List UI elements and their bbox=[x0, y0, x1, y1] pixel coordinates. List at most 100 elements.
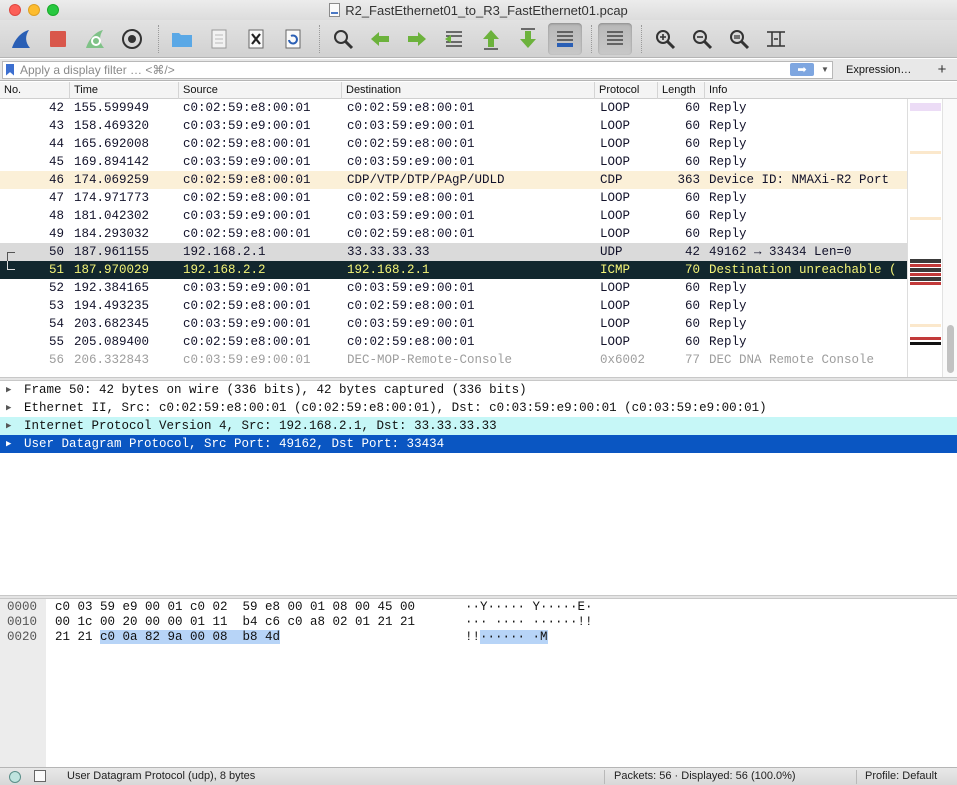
packet-length: 60 bbox=[684, 137, 700, 151]
packet-info: 49162 → 33434 Len=0 bbox=[709, 245, 852, 259]
zoom-window-button[interactable] bbox=[47, 4, 59, 16]
display-filter-input[interactable] bbox=[14, 62, 790, 77]
expand-triangle-icon[interactable]: ▶ bbox=[6, 417, 11, 435]
minimize-window-button[interactable] bbox=[28, 4, 40, 16]
packet-protocol: ICMP bbox=[600, 263, 631, 277]
go-first-button[interactable] bbox=[474, 23, 508, 55]
packet-length: 42 bbox=[684, 245, 700, 259]
bookmark-icon[interactable] bbox=[6, 63, 14, 76]
packet-number: 55 bbox=[48, 335, 64, 349]
packet-source: c0:03:59:e9:00:01 bbox=[183, 119, 311, 133]
minimap-mark bbox=[910, 259, 941, 263]
packet-destination: c0:03:59:e9:00:01 bbox=[347, 155, 475, 169]
stop-square-icon bbox=[50, 30, 66, 47]
packet-time: 174.069259 bbox=[74, 173, 150, 187]
packet-row[interactable]: 43 158.469320 c0:03:59:e9:00:01 c0:03:59:e9… bbox=[0, 117, 907, 135]
restart-capture-button[interactable] bbox=[78, 23, 112, 55]
packet-row[interactable]: 53 194.493235 c0:02:59:e8:00:01 c0:02:59:e8… bbox=[0, 297, 907, 315]
packet-row[interactable]: 47 174.971773 c0:02:59:e8:00:01 c0:02:59:e8… bbox=[0, 189, 907, 207]
save-document-icon bbox=[211, 29, 227, 48]
column-header-protocol[interactable]: Protocol bbox=[594, 82, 658, 99]
window-title: R2_FastEthernet01_to_R3_FastEthernet01.p… bbox=[345, 2, 628, 18]
minimap-mark bbox=[910, 282, 941, 285]
detail-tree-row[interactable]: ▶ User Datagram Protocol, Src Port: 49162… bbox=[0, 435, 957, 453]
expand-triangle-icon[interactable]: ▶ bbox=[6, 381, 11, 399]
colorize-toggle[interactable] bbox=[598, 22, 632, 55]
close-window-button[interactable] bbox=[9, 4, 21, 16]
packet-destination: c0:03:59:e9:00:01 bbox=[347, 209, 475, 223]
expand-triangle-icon[interactable]: ▶ bbox=[6, 435, 11, 453]
zoom-normal-button[interactable] bbox=[722, 23, 756, 55]
expand-triangle-icon[interactable]: ▶ bbox=[6, 399, 11, 417]
packet-length: 60 bbox=[684, 101, 700, 115]
packet-list-scrollbar[interactable] bbox=[942, 99, 957, 378]
start-capture-button[interactable] bbox=[4, 23, 38, 55]
minimap-mark bbox=[910, 264, 941, 267]
packet-protocol: LOOP bbox=[600, 101, 631, 115]
expression-button[interactable]: Expression… bbox=[846, 59, 911, 81]
packet-destination: c0:02:59:e8:00:01 bbox=[347, 137, 475, 151]
detail-tree-row[interactable]: ▶ Frame 50: 42 bytes on wire (336 bits), … bbox=[0, 381, 957, 399]
detail-tree-row[interactable]: ▶ Internet Protocol Version 4, Src: 192.1… bbox=[0, 417, 957, 435]
packet-number: 56 bbox=[48, 353, 64, 367]
column-header-no[interactable]: No. bbox=[0, 82, 70, 99]
packet-number: 52 bbox=[48, 281, 64, 295]
column-header-source[interactable]: Source bbox=[178, 82, 342, 99]
packet-list-scroll-thumb[interactable] bbox=[947, 325, 954, 373]
packet-row[interactable]: 52 192.384165 c0:03:59:e9:00:01 c0:03:59:e9… bbox=[0, 279, 907, 297]
packet-row[interactable]: 49 184.293032 c0:02:59:e8:00:01 c0:02:59:e8… bbox=[0, 225, 907, 243]
stop-capture-button[interactable] bbox=[41, 23, 75, 55]
packet-row[interactable]: 55 205.089400 c0:02:59:e8:00:01 c0:02:59:e8… bbox=[0, 333, 907, 351]
zoom-out-button[interactable] bbox=[685, 23, 719, 55]
reload-file-button[interactable] bbox=[276, 23, 310, 55]
autoscroll-toggle[interactable] bbox=[548, 22, 582, 55]
packet-time: 184.293032 bbox=[74, 227, 150, 241]
reload-icon bbox=[285, 29, 301, 48]
bytes-ascii-highlight: ······ ·M bbox=[480, 630, 548, 644]
packet-row[interactable]: 50 187.961155 192.168.2.1 33.33.33.33 UDP 42 4… bbox=[0, 243, 907, 261]
column-header-info[interactable]: Info bbox=[704, 82, 957, 99]
detail-tree-row[interactable]: ▶ Ethernet II, Src: c0:02:59:e8:00:01 (c0… bbox=[0, 399, 957, 417]
packet-row[interactable]: 51 187.970029 192.168.2.2 192.168.2.1 ICMP 70… bbox=[0, 261, 907, 279]
packet-row[interactable]: 45 169.894142 c0:03:59:e9:00:01 c0:03:59:e9… bbox=[0, 153, 907, 171]
packet-info: Reply bbox=[709, 335, 747, 349]
packet-row[interactable]: 56 206.332843 c0:03:59:e9:00:01 DEC-MOP-Rem… bbox=[0, 351, 907, 369]
resize-columns-button[interactable] bbox=[759, 23, 793, 55]
save-file-button[interactable] bbox=[202, 23, 236, 55]
packet-list-minimap[interactable] bbox=[907, 99, 942, 378]
chevron-down-icon[interactable]: ▼ bbox=[818, 65, 832, 74]
status-profile[interactable]: Profile: Default bbox=[865, 770, 937, 782]
packet-time: 187.961155 bbox=[74, 245, 150, 259]
packet-length: 60 bbox=[684, 155, 700, 169]
packet-row[interactable]: 44 165.692008 c0:02:59:e8:00:01 c0:02:59:e8… bbox=[0, 135, 907, 153]
find-packet-button[interactable] bbox=[326, 23, 360, 55]
open-file-button[interactable] bbox=[165, 23, 199, 55]
packet-row[interactable]: 46 174.069259 c0:02:59:e8:00:01 CDP/VTP/DTP… bbox=[0, 171, 907, 189]
close-file-button[interactable] bbox=[239, 23, 273, 55]
apply-filter-arrow-icon[interactable]: ➡ bbox=[790, 63, 814, 76]
packet-row[interactable]: 42 155.599949 c0:02:59:e8:00:01 c0:02:59:e8… bbox=[0, 99, 907, 117]
packet-number: 48 bbox=[48, 209, 64, 223]
go-forward-button[interactable] bbox=[400, 23, 434, 55]
capture-comment-icon[interactable] bbox=[34, 770, 46, 782]
autoscroll-icon bbox=[557, 30, 573, 47]
packet-protocol: UDP bbox=[600, 245, 623, 259]
packet-row[interactable]: 54 203.682345 c0:03:59:e9:00:01 c0:03:59:e9… bbox=[0, 315, 907, 333]
go-to-packet-button[interactable] bbox=[437, 23, 471, 55]
add-filter-button[interactable]: + bbox=[933, 59, 951, 81]
packet-row[interactable]: 48 181.042302 c0:03:59:e9:00:01 c0:03:59:e9… bbox=[0, 207, 907, 225]
go-last-button[interactable] bbox=[511, 23, 545, 55]
packet-destination: c0:02:59:e8:00:01 bbox=[347, 335, 475, 349]
detail-text: Ethernet II, Src: c0:02:59:e8:00:01 (c0:… bbox=[24, 401, 767, 415]
column-header-time[interactable]: Time bbox=[69, 82, 179, 99]
window-title-wrap: R2_FastEthernet01_to_R3_FastEthernet01.p… bbox=[329, 3, 628, 18]
column-header-destination[interactable]: Destination bbox=[341, 82, 595, 99]
column-header-length[interactable]: Length bbox=[657, 82, 705, 99]
expert-info-icon[interactable] bbox=[9, 771, 21, 783]
packet-info: Reply bbox=[709, 209, 747, 223]
zoom-in-button[interactable] bbox=[648, 23, 682, 55]
packet-info: Reply bbox=[709, 317, 747, 331]
go-to-packet-icon bbox=[445, 30, 462, 47]
go-back-button[interactable] bbox=[363, 23, 397, 55]
capture-options-button[interactable] bbox=[115, 23, 149, 55]
